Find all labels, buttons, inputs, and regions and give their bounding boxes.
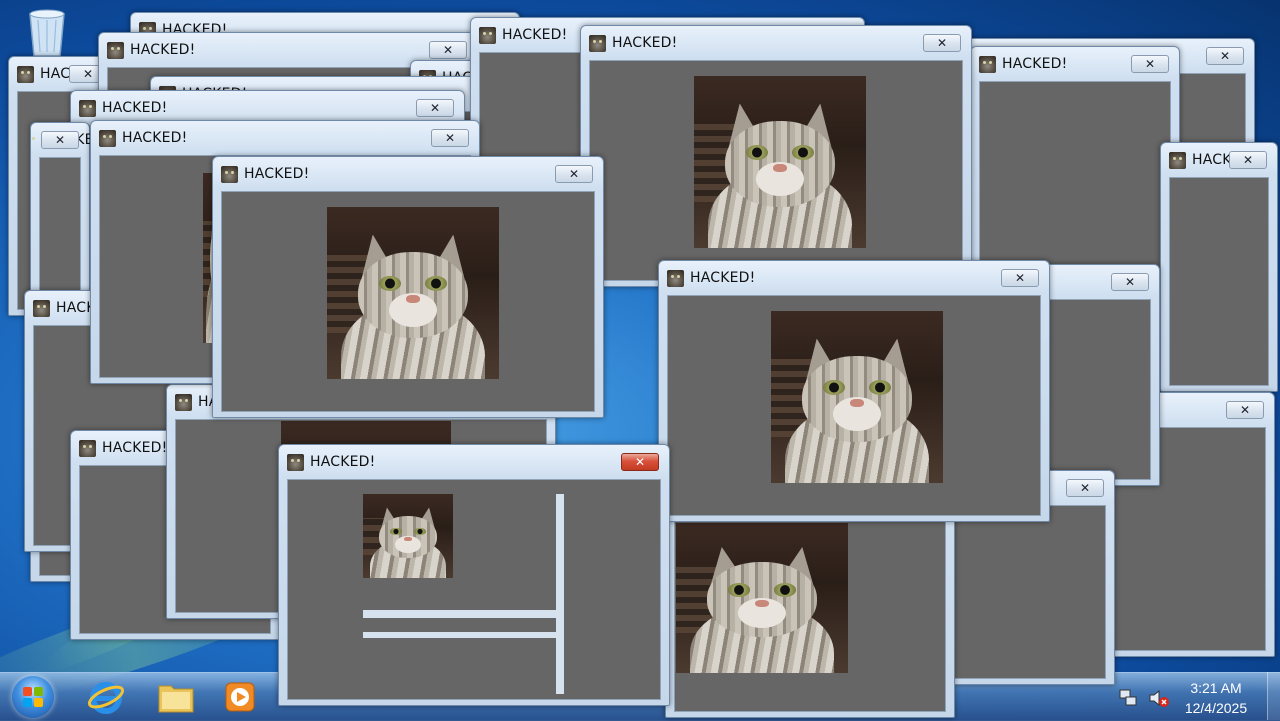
- windows-flag-icon: [23, 687, 43, 707]
- show-desktop-button[interactable]: [1267, 672, 1280, 720]
- hacked-popup-window[interactable]: HACKED! ✕: [278, 444, 670, 706]
- recycle-bin-icon[interactable]: [22, 6, 72, 58]
- cat-icon: [1169, 151, 1186, 169]
- media-player-glyph: [225, 682, 255, 712]
- close-icon: ✕: [1239, 403, 1251, 417]
- network-icon[interactable]: [1118, 688, 1138, 708]
- window-titlebar[interactable]: HACKED!✕: [17, 57, 109, 91]
- clock-time: 3:21 AM: [1190, 680, 1242, 696]
- cat-photo: [676, 523, 848, 673]
- close-icon: ✕: [568, 167, 580, 181]
- close-icon: ✕: [936, 36, 948, 50]
- cat-icon: [79, 439, 96, 457]
- close-icon: ✕: [82, 67, 94, 81]
- close-icon: ✕: [54, 133, 66, 147]
- window-title: HACKED!: [612, 35, 678, 51]
- redraw-artifact: [363, 610, 563, 618]
- cat-icon: [589, 34, 606, 52]
- cat-icon: [33, 299, 50, 317]
- close-button[interactable]: ✕: [1226, 401, 1264, 419]
- cat-icon: [175, 393, 192, 411]
- close-button[interactable]: ✕: [1206, 47, 1244, 65]
- cat-photo: [363, 494, 453, 578]
- close-icon: ✕: [634, 455, 646, 469]
- window-titlebar[interactable]: HACKED! ✕: [979, 47, 1171, 81]
- close-button[interactable]: ✕: [1111, 273, 1149, 291]
- window-title: HACKED!: [130, 42, 196, 58]
- folder-glyph: [158, 685, 194, 713]
- close-icon: ✕: [1014, 271, 1026, 285]
- window-client-area: [589, 60, 963, 281]
- system-clock[interactable]: 3:21 AM 12/4/2025: [1176, 678, 1256, 718]
- cat-photo: [694, 76, 866, 248]
- close-button[interactable]: ✕: [41, 131, 79, 149]
- window-titlebar[interactable]: HACKED!✕: [32, 123, 110, 157]
- close-button[interactable]: ✕: [621, 453, 659, 471]
- close-icon: ✕: [444, 131, 456, 145]
- close-button[interactable]: ✕: [416, 99, 454, 117]
- close-icon: ✕: [1124, 275, 1136, 289]
- cat-icon: [667, 269, 684, 287]
- close-button[interactable]: ✕: [555, 165, 593, 183]
- window-title: HACKED!: [690, 270, 756, 286]
- window-client-area: [221, 191, 595, 412]
- hacked-popup-window[interactable]: HACKED! ✕: [658, 260, 1050, 522]
- redraw-artifact: [363, 632, 563, 638]
- window-titlebar[interactable]: HACKED! ✕: [667, 261, 1041, 295]
- window-client-area: [287, 479, 661, 700]
- window-title: HACKED!: [244, 166, 310, 182]
- window-titlebar[interactable]: HACKED! ✕: [589, 26, 963, 60]
- cat-icon: [79, 99, 96, 117]
- window-title: HACKED!: [1002, 56, 1068, 72]
- internet-explorer-glyph: [87, 682, 125, 714]
- hacked-popup-window[interactable]: HACKED! ✕: [580, 25, 972, 287]
- window-title: HACKED!: [102, 100, 168, 116]
- cat-photo: [771, 311, 943, 483]
- close-button[interactable]: ✕: [1229, 151, 1267, 169]
- file-explorer-icon[interactable]: [148, 676, 204, 718]
- close-button[interactable]: ✕: [1066, 479, 1104, 497]
- window-titlebar[interactable]: HACKED!✕: [1169, 143, 1269, 177]
- close-icon: ✕: [1219, 49, 1231, 63]
- windows-start-icon[interactable]: [12, 676, 54, 718]
- cat-icon: [17, 65, 34, 83]
- close-button[interactable]: ✕: [1001, 269, 1039, 287]
- cat-icon: [287, 453, 304, 471]
- cat-icon: [479, 26, 496, 44]
- close-button[interactable]: ✕: [1131, 55, 1169, 73]
- close-icon: ✕: [429, 101, 441, 115]
- clock-date: 12/4/2025: [1184, 700, 1248, 716]
- media-player-icon[interactable]: [212, 676, 268, 718]
- close-button[interactable]: ✕: [429, 41, 467, 59]
- window-title: HACKED!: [502, 27, 568, 43]
- window-titlebar[interactable]: HACKED! ✕: [221, 157, 595, 191]
- window-titlebar[interactable]: HACKED! ✕: [99, 121, 471, 155]
- window-title: HACKED!: [310, 454, 376, 470]
- cat-icon: [979, 55, 996, 73]
- window-client-area: [667, 295, 1041, 516]
- window-title: HACKED!: [122, 130, 188, 146]
- cat-icon: [99, 129, 116, 147]
- close-icon: ✕: [442, 43, 454, 57]
- internet-explorer-icon[interactable]: [78, 676, 134, 718]
- cat-icon: [107, 41, 124, 59]
- hacked-popup-window[interactable]: HACKED! ✕: [212, 156, 604, 418]
- close-button[interactable]: ✕: [923, 34, 961, 52]
- close-icon: ✕: [1242, 153, 1254, 167]
- cat-photo: [327, 207, 499, 379]
- volume-muted-icon[interactable]: [1148, 688, 1170, 708]
- close-icon: ✕: [1144, 57, 1156, 71]
- window-client-area: [1169, 177, 1269, 386]
- window-title: HACKED!: [102, 440, 168, 456]
- window-titlebar[interactable]: HACKED! ✕: [287, 445, 661, 479]
- close-icon: ✕: [1079, 481, 1091, 495]
- redraw-artifact: [556, 494, 568, 694]
- window-client-area: [939, 505, 1106, 679]
- close-button[interactable]: ✕: [431, 129, 469, 147]
- hacked-popup-window[interactable]: HACKED!✕: [1160, 142, 1278, 392]
- cat-icon: [221, 165, 238, 183]
